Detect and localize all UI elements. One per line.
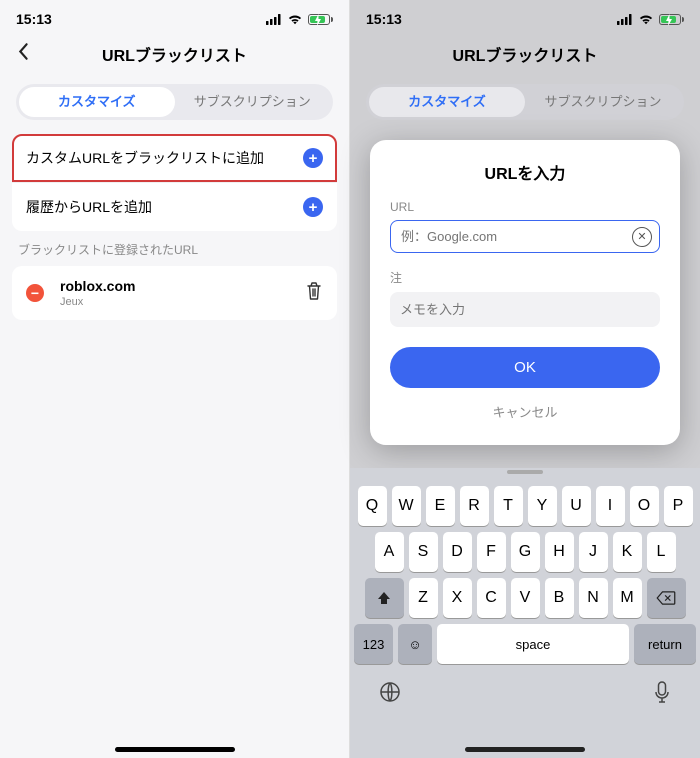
memo-input[interactable] bbox=[390, 292, 660, 327]
key-z[interactable]: Z bbox=[409, 578, 438, 618]
key-a[interactable]: A bbox=[375, 532, 404, 572]
trash-icon[interactable] bbox=[305, 281, 323, 306]
key-k[interactable]: K bbox=[613, 532, 642, 572]
key-m[interactable]: M bbox=[613, 578, 642, 618]
key-f[interactable]: F bbox=[477, 532, 506, 572]
plus-icon: + bbox=[303, 148, 323, 168]
status-time: 15:13 bbox=[16, 11, 52, 27]
add-history-label: 履歴からURLを追加 bbox=[26, 197, 152, 217]
key-x[interactable]: X bbox=[443, 578, 472, 618]
signal-icon bbox=[266, 14, 282, 25]
key-row-4: 123 ☺ space return bbox=[350, 618, 700, 670]
item-title: roblox.com bbox=[60, 278, 135, 294]
home-indicator[interactable] bbox=[115, 747, 235, 752]
section-label: ブラックリストに登録されたURL bbox=[18, 241, 331, 258]
globe-icon[interactable] bbox=[378, 680, 402, 711]
backspace-key[interactable] bbox=[647, 578, 686, 618]
key-row-1: QWERTYUIOP bbox=[350, 480, 700, 526]
ok-button[interactable]: OK bbox=[390, 347, 660, 388]
url-input-modal: URLを入力 URL ✕ 注 OK キャンセル bbox=[370, 140, 680, 445]
key-s[interactable]: S bbox=[409, 532, 438, 572]
plus-icon: + bbox=[303, 197, 323, 217]
key-c[interactable]: C bbox=[477, 578, 506, 618]
key-b[interactable]: B bbox=[545, 578, 574, 618]
key-r[interactable]: R bbox=[460, 486, 489, 526]
key-d[interactable]: D bbox=[443, 532, 472, 572]
list-card: − roblox.com Jeux bbox=[12, 266, 337, 320]
space-key[interactable]: space bbox=[437, 624, 629, 664]
wifi-icon bbox=[287, 13, 303, 25]
key-u[interactable]: U bbox=[562, 486, 591, 526]
signal-icon bbox=[617, 14, 633, 25]
status-bar: 15:13 bbox=[350, 0, 700, 32]
key-j[interactable]: J bbox=[579, 532, 608, 572]
emoji-key[interactable]: ☺ bbox=[398, 624, 432, 664]
key-row-3: ZXCVBNM bbox=[350, 572, 700, 618]
key-i[interactable]: I bbox=[596, 486, 625, 526]
cancel-button[interactable]: キャンセル bbox=[390, 398, 660, 425]
keyboard-grip[interactable] bbox=[350, 470, 700, 480]
remove-icon[interactable]: − bbox=[26, 284, 44, 302]
status-time: 15:13 bbox=[366, 11, 402, 27]
key-y[interactable]: Y bbox=[528, 486, 557, 526]
back-icon[interactable] bbox=[16, 43, 30, 66]
screen-left: 15:13 URLブラックリスト カスタマイズ サブスクリプション カスタムUR… bbox=[0, 0, 350, 758]
key-w[interactable]: W bbox=[392, 486, 421, 526]
keyboard-bottom bbox=[350, 670, 700, 741]
status-indicators bbox=[617, 13, 684, 25]
screen-right: 15:13 URLブラックリスト カスタマイズ サブスクリプション URLを入力… bbox=[350, 0, 700, 758]
tab-custom[interactable]: カスタマイズ bbox=[19, 87, 175, 117]
wifi-icon bbox=[638, 13, 654, 25]
tab-subscription[interactable]: サブスクリプション bbox=[525, 87, 681, 117]
segment-control: カスタマイズ サブスクリプション bbox=[16, 84, 333, 120]
clear-icon[interactable]: ✕ bbox=[632, 227, 652, 247]
battery-icon bbox=[659, 14, 684, 25]
mic-icon[interactable] bbox=[652, 680, 672, 711]
page-title: URLブラックリスト bbox=[453, 42, 598, 66]
tab-subscription[interactable]: サブスクリプション bbox=[175, 87, 331, 117]
list-item[interactable]: − roblox.com Jeux bbox=[12, 266, 337, 320]
status-indicators bbox=[266, 13, 333, 25]
url-input[interactable] bbox=[390, 220, 660, 253]
home-indicator[interactable] bbox=[465, 747, 585, 752]
key-q[interactable]: Q bbox=[358, 486, 387, 526]
shift-key[interactable] bbox=[365, 578, 404, 618]
item-subtitle: Jeux bbox=[60, 296, 135, 308]
key-h[interactable]: H bbox=[545, 532, 574, 572]
key-123[interactable]: 123 bbox=[354, 624, 393, 664]
header: URLブラックリスト bbox=[350, 32, 700, 76]
key-row-2: ASDFGHJKL bbox=[350, 526, 700, 572]
key-o[interactable]: O bbox=[630, 486, 659, 526]
return-key[interactable]: return bbox=[634, 624, 696, 664]
modal-title: URLを入力 bbox=[390, 160, 660, 184]
add-custom-label: カスタムURLをブラックリストに追加 bbox=[26, 148, 264, 168]
page-title: URLブラックリスト bbox=[102, 42, 247, 66]
key-g[interactable]: G bbox=[511, 532, 540, 572]
key-p[interactable]: P bbox=[664, 486, 693, 526]
keyboard: QWERTYUIOP ASDFGHJKL ZXCVBNM 123 ☺ space… bbox=[350, 468, 700, 758]
url-label: URL bbox=[390, 200, 660, 214]
add-card: カスタムURLをブラックリストに追加 + 履歴からURLを追加 + bbox=[12, 134, 337, 231]
header: URLブラックリスト bbox=[0, 32, 349, 76]
key-n[interactable]: N bbox=[579, 578, 608, 618]
key-l[interactable]: L bbox=[647, 532, 676, 572]
add-custom-row[interactable]: カスタムURLをブラックリストに追加 + bbox=[12, 134, 337, 182]
segment-control: カスタマイズ サブスクリプション bbox=[366, 84, 684, 120]
key-e[interactable]: E bbox=[426, 486, 455, 526]
status-bar: 15:13 bbox=[0, 0, 349, 32]
key-v[interactable]: V bbox=[511, 578, 540, 618]
add-history-row[interactable]: 履歴からURLを追加 + bbox=[12, 182, 337, 231]
note-label: 注 bbox=[390, 269, 660, 286]
battery-icon bbox=[308, 14, 333, 25]
key-t[interactable]: T bbox=[494, 486, 523, 526]
tab-custom[interactable]: カスタマイズ bbox=[369, 87, 525, 117]
